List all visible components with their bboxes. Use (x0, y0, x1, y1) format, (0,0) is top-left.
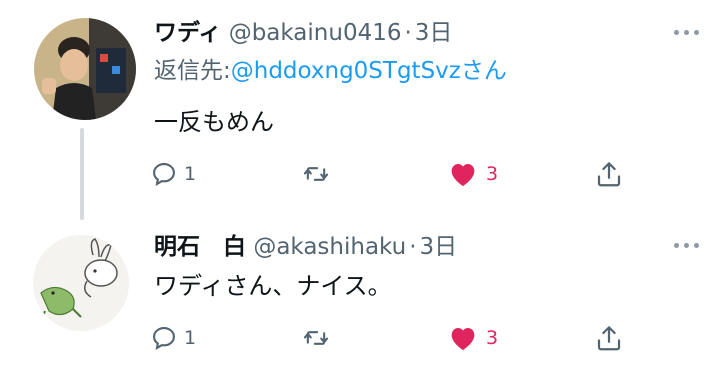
reply-count: 1 (184, 163, 197, 185)
separator: · (404, 20, 412, 46)
like-button[interactable]: 3 (446, 154, 498, 194)
reply-count: 1 (184, 327, 197, 349)
tweet-actions: 1 3 (150, 154, 640, 194)
tweet-text: ワディさん、ナイス。 (154, 272, 392, 300)
reply-to: 返信先:@hddoxng0STgtSvzさん (154, 56, 507, 86)
retweet-icon (303, 167, 329, 181)
reply-icon (153, 327, 175, 350)
timestamp[interactable]: 3日 (420, 234, 458, 260)
tweet-header: ワディ @bakainu0416 · 3日 (154, 18, 452, 48)
user-handle[interactable]: @bakainu0416 (229, 20, 402, 46)
retweet-icon (303, 331, 329, 345)
more-icon[interactable] (674, 30, 699, 35)
reply-button[interactable]: 1 (150, 154, 196, 194)
share-icon (597, 326, 621, 351)
thread-line (80, 128, 84, 220)
tweet-2[interactable]: 明石 白 @akashihaku · 3日 ワディさん、ナイス。 1 3 (0, 218, 713, 371)
retweet-button[interactable] (300, 318, 332, 358)
reply-button[interactable]: 1 (150, 318, 196, 358)
avatar-akashihaku[interactable] (33, 235, 129, 331)
tweet-1[interactable]: ワディ @bakainu0416 · 3日 返信先:@hddoxng0STgtSvz… (0, 0, 713, 220)
like-count: 3 (486, 163, 499, 185)
like-button[interactable]: 3 (446, 318, 498, 358)
user-handle[interactable]: @akashihaku (253, 234, 406, 260)
tweet-text: 一反もめん (154, 108, 274, 136)
display-name[interactable]: 明石 白 (154, 234, 246, 260)
share-icon (597, 162, 621, 187)
retweet-button[interactable] (300, 154, 332, 194)
like-count: 3 (486, 327, 499, 349)
share-button[interactable] (594, 318, 624, 358)
timestamp[interactable]: 3日 (415, 20, 453, 46)
reply-icon (153, 163, 175, 186)
avatar-wadi[interactable] (34, 18, 136, 120)
share-button[interactable] (594, 154, 624, 194)
separator: · (409, 234, 417, 260)
display-name[interactable]: ワディ (154, 20, 221, 46)
tweet-header: 明石 白 @akashihaku · 3日 (154, 232, 457, 262)
more-icon[interactable] (674, 243, 699, 248)
like-icon (451, 164, 475, 186)
reply-to-label: 返信先: (154, 58, 231, 84)
like-icon (451, 328, 475, 350)
tweet-actions: 1 3 (150, 318, 640, 358)
reply-to-handle[interactable]: @hddoxng0STgtSvzさん (231, 58, 507, 84)
